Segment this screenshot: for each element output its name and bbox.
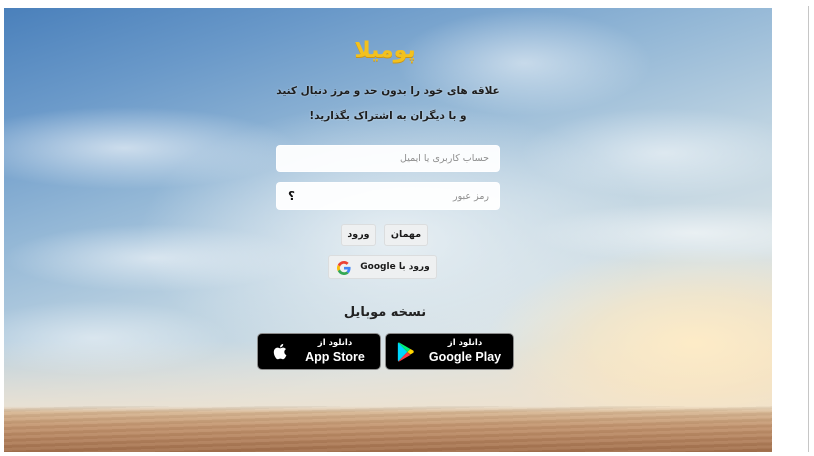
google-play-text: دانلود از Google Play [422, 337, 508, 365]
window-divider-line [808, 6, 809, 452]
google-play-caption: دانلود از [447, 338, 483, 348]
login-button[interactable]: ورود [341, 224, 376, 246]
mobile-version-heading: نسخه موبایل [343, 305, 427, 320]
app-store-badge[interactable]: دانلود از App Store [257, 333, 381, 370]
brand-logo: پومیلا [354, 38, 416, 63]
google-login-label: ورود با Google [360, 262, 430, 272]
login-screen: پومیلا علاقه های خود را بدون حد و مرز دن… [4, 8, 772, 452]
username-input[interactable] [276, 145, 500, 172]
password-input[interactable] [276, 182, 500, 210]
google-play-icon [395, 340, 417, 364]
guest-button[interactable]: مهمان [384, 224, 428, 246]
app-store-caption: دانلود از [317, 338, 353, 348]
tagline-line-1: علاقه های خود را بدون حد و مرز دنبال کنی… [276, 85, 500, 97]
desert-ground [4, 406, 772, 452]
apple-icon [270, 340, 291, 363]
app-store-text: دانلود از App Store [296, 337, 374, 365]
forgot-password-icon[interactable]: ؟ [288, 182, 295, 210]
google-login-button[interactable]: ورود با Google [328, 255, 437, 279]
google-g-icon [337, 261, 351, 275]
tagline-line-2: و با دیگران به اشتراک بگذارید! [309, 110, 467, 122]
google-play-name: Google Play [428, 350, 502, 364]
google-play-badge[interactable]: دانلود از Google Play [385, 333, 514, 370]
password-field: ؟ [276, 182, 500, 210]
app-store-name: App Store [305, 350, 365, 364]
